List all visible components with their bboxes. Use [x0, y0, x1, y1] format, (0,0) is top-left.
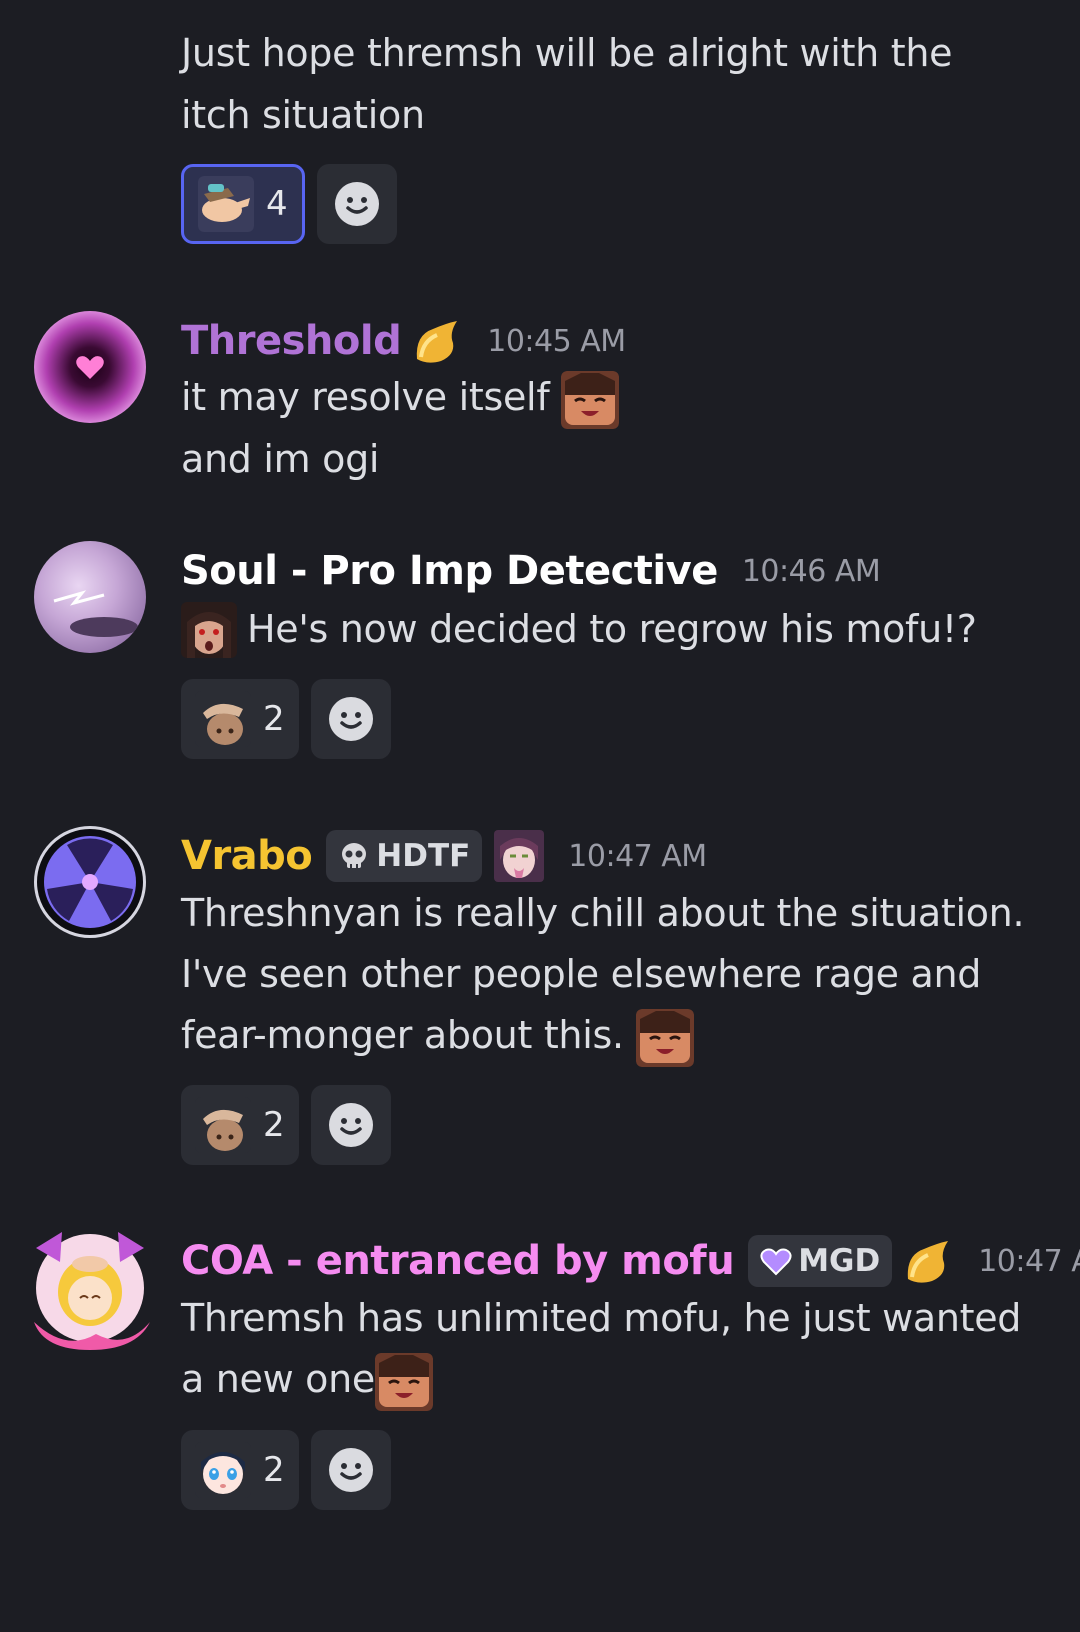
message-header: Soul - Pro Imp Detective 10:46 AM	[181, 543, 881, 599]
message-line-text: He's now decided to regrow his mofu!?	[247, 607, 977, 651]
message-header: Vrabo HDTF 10:47 AM	[181, 828, 707, 884]
cloud-lightning-avatar	[53, 590, 138, 637]
message-line-text: a new one	[181, 1357, 375, 1401]
tag-label: MGD	[798, 1243, 881, 1279]
message-line-text: fear-monger about this.	[181, 1013, 624, 1057]
custom-headpat-emoji	[195, 691, 251, 747]
username[interactable]: Threshold	[181, 318, 402, 364]
reaction-count: 2	[263, 699, 285, 739]
reaction-button[interactable]: 2	[181, 1085, 299, 1165]
timestamp: 10:46 AM	[741, 553, 881, 589]
message-line: Threshnyan is really chill about the sit…	[181, 891, 1025, 935]
server-tag[interactable]: MGD	[748, 1235, 893, 1287]
custom-headpat-emoji	[195, 1097, 251, 1153]
avatar[interactable]	[34, 311, 146, 423]
message-line: itch situation	[181, 93, 425, 137]
message-line: He's now decided to regrow his mofu!?	[181, 598, 977, 661]
laughing-catgirl-emoji	[375, 1352, 433, 1411]
timestamp: 10:45 AM	[487, 323, 626, 359]
add-reaction-button[interactable]	[311, 679, 391, 759]
reaction-button[interactable]: 2	[181, 679, 299, 759]
heart-void-avatar	[76, 356, 104, 379]
smiley-add-icon	[329, 697, 373, 741]
reaction-button[interactable]: 2	[181, 1430, 299, 1510]
message-line: Thremsh has unlimited mofu, he just want…	[181, 1296, 1022, 1340]
message-header: COA - entranced by mofu MGD 10:47 AM	[181, 1233, 1080, 1289]
smiley-add-icon	[335, 182, 379, 226]
radiation-symbol-avatar	[44, 836, 136, 928]
reaction-bar: 2	[181, 1085, 391, 1165]
fox-tail-icon	[908, 1241, 949, 1283]
reaction-bar: 2	[181, 1430, 391, 1510]
reaction-button[interactable]: 4	[181, 164, 305, 244]
message-header: Threshold 10:45 AM	[181, 313, 626, 369]
server-tag[interactable]: HDTF	[326, 830, 483, 882]
username[interactable]: Vrabo	[181, 833, 313, 879]
avatar[interactable]	[34, 826, 146, 938]
username[interactable]: Soul - Pro Imp Detective	[181, 548, 718, 594]
fox-girl-avatar	[34, 1232, 150, 1350]
timestamp: 10:47 AM	[568, 838, 707, 874]
message-line: I've seen other people elsewhere rage an…	[181, 952, 982, 996]
message-line: it may resolve itself	[181, 366, 620, 429]
reaction-bar: 4	[181, 164, 397, 244]
reaction-count: 4	[266, 184, 288, 224]
laughing-catgirl-emoji	[561, 370, 620, 429]
reaction-count: 2	[263, 1105, 285, 1145]
add-reaction-button[interactable]	[311, 1430, 391, 1510]
message-line-text: it may resolve itself	[181, 375, 550, 419]
shocked-girl-emoji	[181, 601, 237, 658]
custom-anime-face-emoji	[195, 1442, 251, 1498]
username[interactable]: COA - entranced by mofu	[181, 1238, 735, 1284]
avatar[interactable]	[34, 541, 146, 653]
timestamp: 10:47 AM	[978, 1243, 1080, 1279]
message-line: a new one	[181, 1348, 433, 1411]
avatar[interactable]	[26, 1222, 154, 1350]
add-reaction-button[interactable]	[317, 164, 397, 244]
add-reaction-button[interactable]	[311, 1085, 391, 1165]
tag-label: HDTF	[376, 838, 471, 874]
message-feed: Just hope thremsh will be alright with t…	[0, 0, 1080, 1632]
reaction-bar: 2	[181, 679, 391, 759]
tongue-out-girl-emoji	[494, 830, 545, 882]
purple-heart-icon	[760, 1248, 792, 1276]
message-line: fear-monger about this.	[181, 1004, 694, 1067]
laughing-catgirl-emoji	[635, 1008, 694, 1067]
smiley-add-icon	[329, 1448, 373, 1492]
smiley-add-icon	[329, 1103, 373, 1147]
message-line: Just hope thremsh will be alright with t…	[181, 31, 953, 75]
fox-tail-icon	[417, 321, 458, 363]
custom-hand-emoji	[198, 176, 254, 232]
reaction-count: 2	[263, 1450, 285, 1490]
message-line: and im ogi	[181, 437, 380, 481]
skull-icon	[342, 843, 367, 868]
